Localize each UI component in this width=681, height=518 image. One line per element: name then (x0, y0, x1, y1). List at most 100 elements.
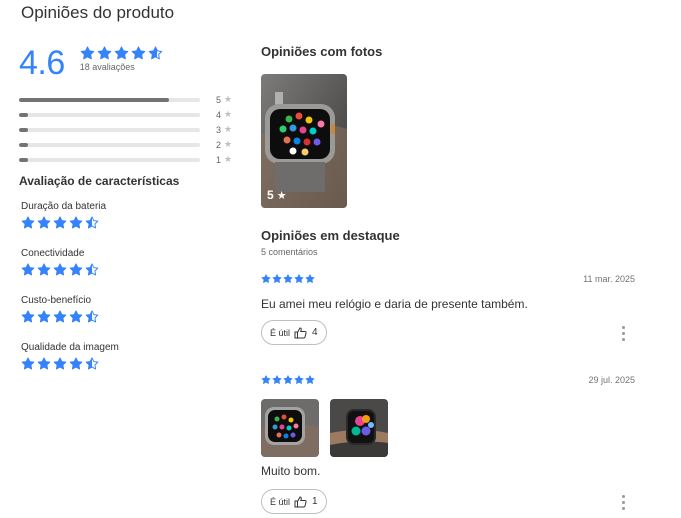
distribution-bar-fill (19, 112, 29, 117)
star-full-icon (294, 274, 304, 284)
distribution-label: 3 (215, 124, 221, 135)
page-title: Opiniões do produto (21, 3, 175, 22)
useful-label: É útil (270, 496, 291, 507)
distribution-bar (19, 112, 200, 117)
star-full-icon (69, 216, 83, 230)
feature-item: Qualidade da imagem (21, 342, 119, 389)
smartwatch-photo (330, 399, 388, 457)
star-full-icon (305, 375, 315, 385)
useful-label: É útil (270, 327, 291, 338)
distribution-row-2[interactable]: 2 ★ (19, 137, 235, 152)
star-full-icon (37, 216, 51, 230)
star-full-icon (53, 263, 67, 277)
distribution-bar (19, 157, 200, 162)
useful-count: 4 (312, 327, 318, 338)
star-full-icon (261, 274, 271, 284)
review-text: Muito bom. (261, 464, 321, 478)
feature-stars (21, 263, 119, 277)
star-full-icon (37, 263, 51, 277)
review-date: 29 jul. 2025 (588, 375, 635, 385)
star-half-icon (148, 46, 163, 61)
star-half-icon (85, 357, 99, 371)
star-full-icon (69, 263, 83, 277)
feature-stars (21, 310, 119, 324)
distribution-bar-fill (19, 142, 29, 147)
star-full-icon (37, 357, 51, 371)
feature-item: Duração da bateria (21, 201, 119, 248)
star-full-icon (97, 46, 112, 61)
distribution-row-4[interactable]: 4 ★ (19, 107, 235, 122)
distribution-bar (19, 127, 200, 132)
distribution-label: 1 (215, 154, 221, 165)
features-title: Avaliação de características (19, 174, 180, 188)
review-item: 11 mar. 2025 Eu amei meu relógio e daria… (261, 273, 635, 311)
review-item: 29 jul. 2025 (261, 374, 635, 386)
distribution-row-5[interactable]: 5 ★ (19, 92, 235, 107)
review-photo-thumbnail[interactable] (261, 399, 319, 457)
rating-summary: 4.6 18 avaliações (19, 44, 235, 82)
star-full-icon (305, 274, 315, 284)
review-photo[interactable]: 5 ★ (261, 74, 347, 208)
star-full-icon (114, 46, 129, 61)
more-options-icon[interactable] (621, 326, 625, 341)
feature-item: Custo-benefício (21, 295, 119, 342)
review-stars (261, 375, 315, 385)
distribution-bar (19, 142, 200, 147)
distribution-label: 5 (215, 94, 221, 105)
star-icon: ★ (224, 154, 233, 164)
star-full-icon (283, 274, 293, 284)
star-full-icon (21, 216, 35, 230)
star-icon: ★ (276, 189, 287, 202)
distribution-label: 2 (215, 139, 221, 150)
average-score: 4.6 (19, 44, 65, 82)
useful-button[interactable]: É útil 4 (261, 320, 327, 345)
star-icon: ★ (224, 139, 233, 149)
rating-distribution: 5 ★ 4 ★ 3 ★ 2 ★ 1 ★ (19, 92, 235, 167)
distribution-bar (19, 97, 200, 102)
star-icon: ★ (224, 124, 233, 134)
star-full-icon (21, 263, 35, 277)
comments-count: 5 comentários (261, 247, 318, 257)
feature-stars (21, 216, 119, 230)
distribution-bar-fill (19, 127, 29, 132)
star-full-icon (80, 46, 95, 61)
featured-title: Opiniões em destaque (261, 228, 400, 243)
photo-rating-value: 5 (267, 188, 274, 202)
useful-button[interactable]: É útil 1 (261, 489, 327, 514)
smartwatch-photo (261, 399, 319, 457)
distribution-row-1[interactable]: 1 ★ (19, 152, 235, 167)
rating-count: 18 avaliações (79, 62, 135, 72)
feature-label: Custo-benefício (21, 295, 92, 306)
star-full-icon (53, 216, 67, 230)
features-list: Duração da bateria Conectividade Custo-b… (21, 201, 119, 389)
star-full-icon (131, 46, 146, 61)
distribution-row-3[interactable]: 3 ★ (19, 122, 235, 137)
photo-rating-badge: 5 ★ (267, 188, 287, 202)
star-half-icon (85, 216, 99, 230)
star-full-icon (53, 310, 67, 324)
review-date: 11 mar. 2025 (583, 274, 635, 284)
review-stars (261, 274, 315, 284)
thumbs-up-icon (294, 326, 307, 338)
average-stars (80, 46, 163, 61)
feature-label: Duração da bateria (21, 201, 107, 212)
star-full-icon (272, 375, 282, 385)
feature-label: Qualidade da imagem (21, 342, 119, 353)
review-text: Eu amei meu relógio e daria de presente … (261, 297, 528, 311)
star-half-icon (85, 263, 99, 277)
review-photo-thumbnail[interactable] (330, 399, 388, 457)
star-icon: ★ (224, 109, 233, 119)
star-full-icon (272, 274, 282, 284)
distribution-label: 4 (215, 109, 221, 120)
thumbs-up-icon (294, 495, 307, 507)
star-full-icon (283, 375, 293, 385)
star-full-icon (294, 375, 304, 385)
useful-count: 1 (312, 496, 318, 507)
star-full-icon (69, 357, 83, 371)
photos-title: Opiniões com fotos (261, 44, 383, 59)
distribution-bar-fill (19, 157, 29, 162)
star-full-icon (21, 310, 35, 324)
more-options-icon[interactable] (621, 495, 625, 510)
distribution-bar-fill (19, 97, 170, 102)
feature-stars (21, 357, 119, 371)
